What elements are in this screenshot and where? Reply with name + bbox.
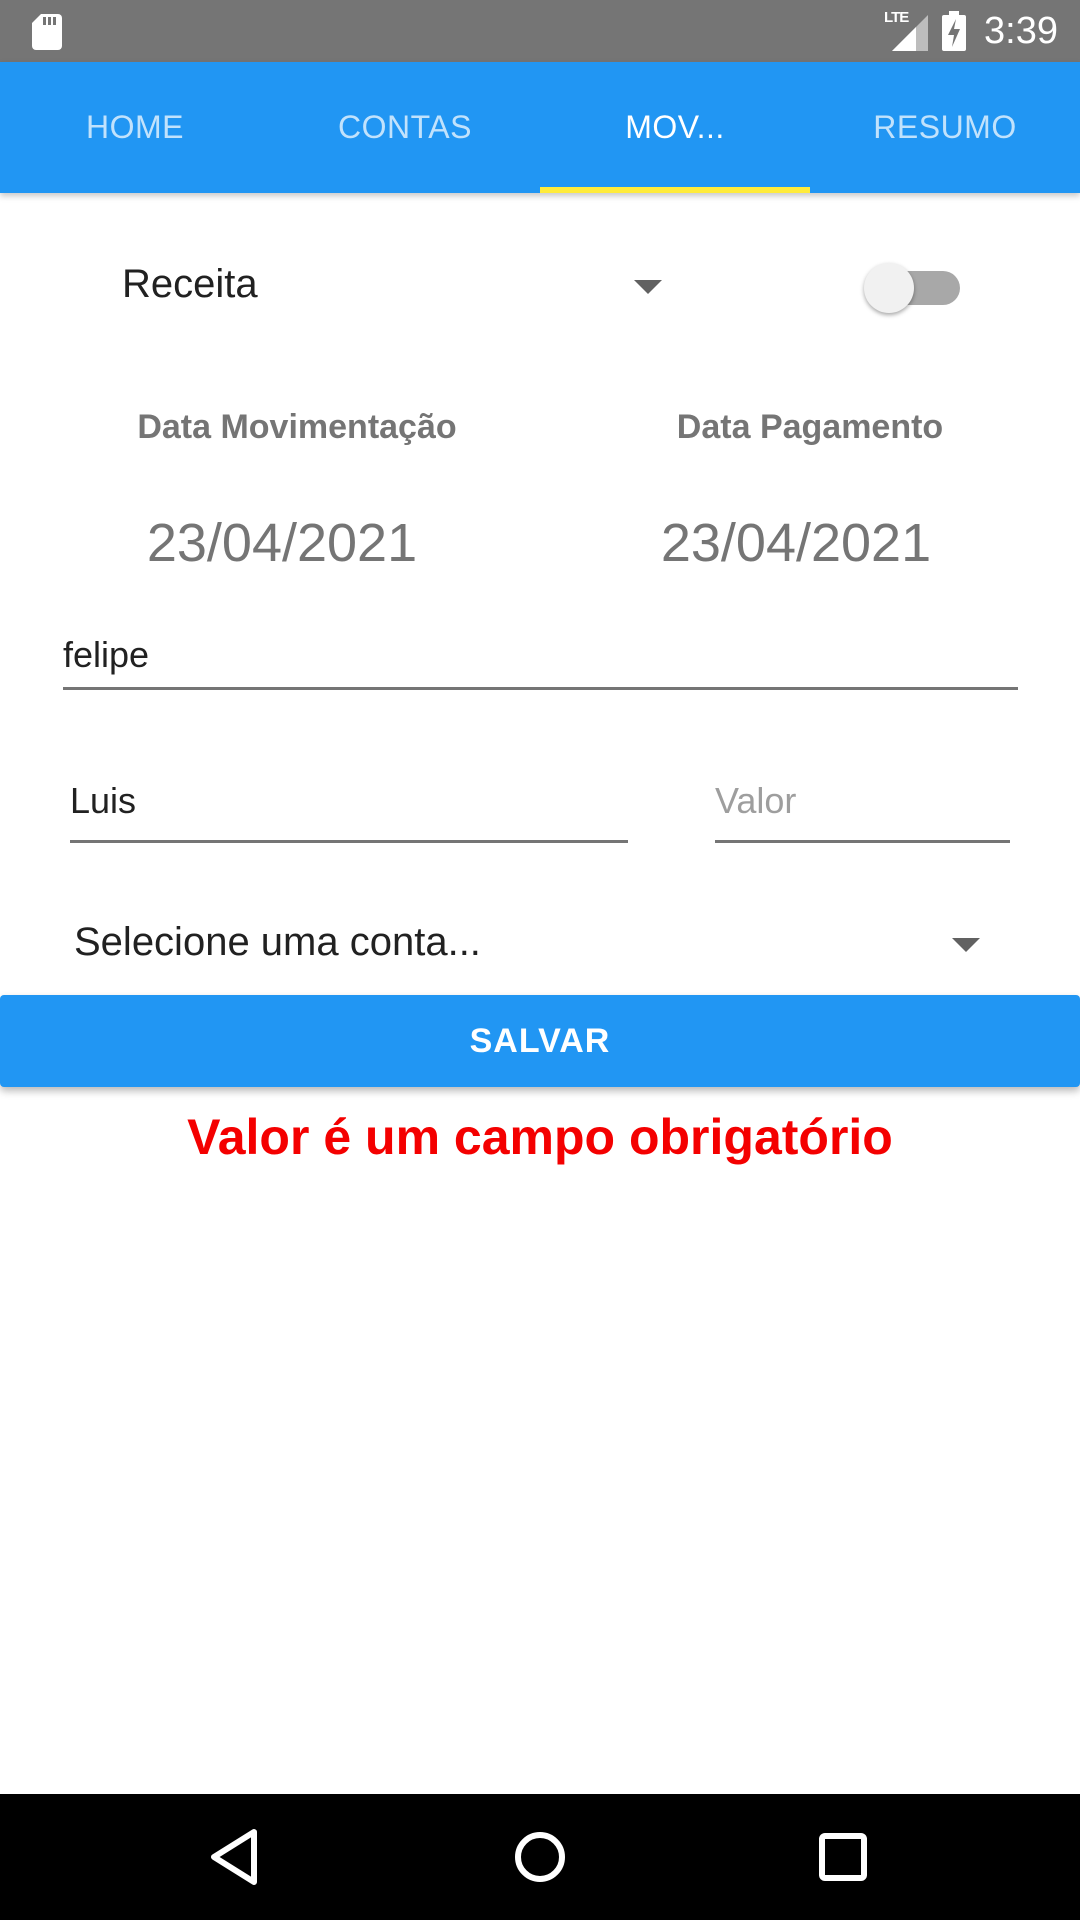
tab-contas[interactable]: CONTAS — [270, 62, 540, 193]
tab-label: CONTAS — [338, 109, 472, 145]
home-icon[interactable] — [505, 1822, 575, 1892]
amount-field[interactable]: Valor — [715, 778, 1010, 843]
tab-label: RESUMO — [873, 109, 1017, 145]
date-movimentacao-picker[interactable]: 23/04/2021 — [100, 512, 464, 574]
type-dropdown[interactable]: Receita — [122, 262, 662, 312]
person-value: Luis — [70, 780, 137, 821]
validation-error-message: Valor é um campo obrigatório — [187, 1109, 893, 1165]
status-time: 3:39 — [984, 9, 1058, 52]
type-dropdown-value: Receita — [122, 262, 258, 306]
tab-home[interactable]: HOME — [0, 62, 270, 193]
sd-card-icon — [32, 14, 62, 50]
save-button-label: SALVAR — [469, 1021, 611, 1060]
description-field[interactable]: felipe — [63, 628, 1018, 690]
tab-label: MOV... — [625, 109, 725, 145]
tab-movimentacao[interactable]: MOV... — [540, 62, 810, 193]
battery-charging-icon — [942, 11, 967, 51]
app-bar: HOME CONTAS MOV... RESUMO — [0, 62, 1080, 193]
amount-placeholder: Valor — [715, 780, 797, 821]
description-value: felipe — [63, 634, 150, 675]
date-pagamento-label: Data Pagamento — [676, 408, 944, 446]
date-movimentacao-label: Data Movimentação — [137, 408, 457, 446]
tab-label: HOME — [86, 109, 184, 145]
type-toggle-switch[interactable] — [864, 263, 964, 313]
account-dropdown[interactable]: Selecione uma conta... — [74, 918, 980, 972]
switch-thumb — [864, 263, 914, 313]
account-dropdown-value: Selecione uma conta... — [74, 920, 481, 964]
system-nav-bar — [0, 1794, 1080, 1920]
status-bar: LTE 3:39 — [0, 0, 1080, 62]
signal-icon: LTE — [884, 9, 929, 51]
caret-down-icon — [634, 280, 662, 294]
tab-resumo[interactable]: RESUMO — [810, 62, 1080, 193]
date-pagamento-picker[interactable]: 23/04/2021 — [614, 512, 978, 574]
save-button[interactable]: SALVAR — [0, 995, 1080, 1087]
person-field[interactable]: Luis — [70, 778, 628, 843]
caret-down-icon — [952, 938, 980, 952]
recents-icon[interactable] — [808, 1822, 878, 1892]
back-icon[interactable] — [200, 1822, 270, 1892]
tab-indicator — [540, 187, 810, 193]
